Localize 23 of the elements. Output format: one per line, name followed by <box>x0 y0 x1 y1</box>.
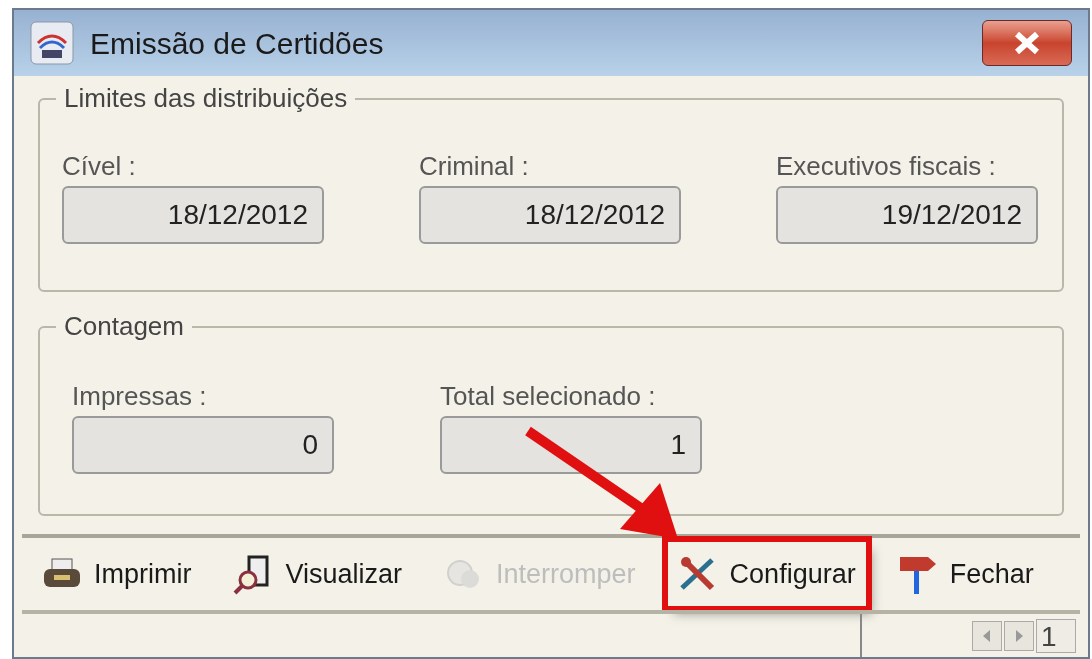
window-title: Emissão de Certidões <box>90 25 385 62</box>
read-only-field[interactable]: 0 <box>72 416 334 474</box>
read-only-field[interactable]: 19/12/2012 <box>776 186 1038 244</box>
field-label: Cível : <box>62 150 136 182</box>
read-only-field[interactable]: 18/12/2012 <box>419 186 681 244</box>
close-icon <box>1012 31 1042 55</box>
right-arrow-icon <box>1015 629 1023 642</box>
toolbar-button[interactable]: Fechar <box>887 542 1044 606</box>
left-arrow-icon <box>983 629 991 642</box>
previous-page-button[interactable] <box>972 620 1002 651</box>
next-page-button[interactable] <box>1004 620 1034 651</box>
read-only-field[interactable]: 18/12/2012 <box>62 186 324 244</box>
close-button[interactable] <box>982 20 1072 66</box>
toolbar-button[interactable]: Visualizar <box>223 542 413 606</box>
app-icon <box>30 21 74 65</box>
read-only-field[interactable]: 1 <box>440 416 702 474</box>
field-label: Criminal : <box>419 150 529 182</box>
field-label: Impressas : <box>72 380 207 412</box>
field-label: Executivos fiscais : <box>776 150 996 182</box>
field-label: Total selecionado : <box>440 380 656 412</box>
toolbar-button[interactable]: Imprimir <box>32 542 202 606</box>
page-number: 1 <box>1036 618 1076 653</box>
toolbar-button[interactable]: Configurar <box>667 542 866 606</box>
